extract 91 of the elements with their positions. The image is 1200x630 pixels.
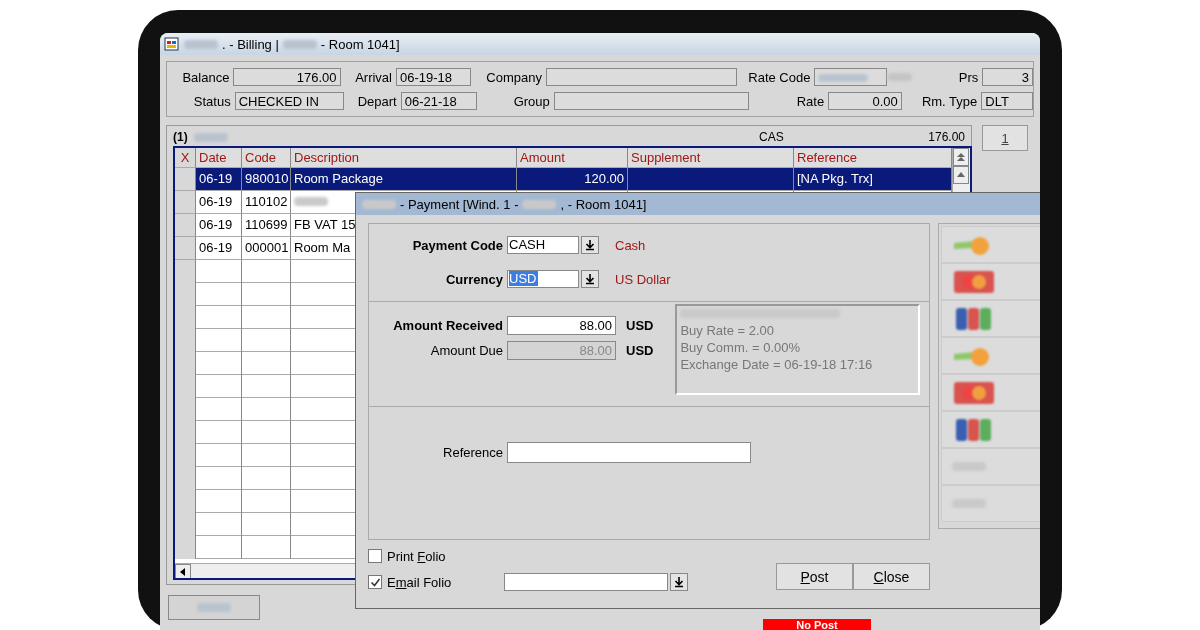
field-label: Status	[192, 93, 232, 109]
payment-type: CAS	[759, 130, 785, 144]
table-cell: FB VAT 15	[294, 217, 356, 232]
row-header-cell[interactable]	[175, 191, 196, 214]
exchange-info-line: Exchange Date = 06-19-18 17:16	[680, 356, 874, 373]
checkbox[interactable]	[368, 549, 382, 563]
payment-method-button[interactable]	[941, 374, 1040, 411]
field-label: Depart	[356, 93, 398, 109]
field-label: Reference	[442, 444, 503, 460]
field-label: Rate Code	[747, 69, 812, 85]
row-header-cell[interactable]	[175, 168, 196, 191]
table-cell: 06-19	[196, 168, 242, 191]
redacted-text	[282, 39, 317, 49]
code-description: Cash	[615, 237, 646, 253]
card-icon	[952, 380, 996, 405]
column-header: Code	[242, 148, 291, 168]
payment-method-button[interactable]	[941, 263, 1040, 300]
status-badge: No Post	[763, 619, 871, 630]
dropdown-icon[interactable]	[581, 270, 599, 288]
table-cell: 110102	[242, 191, 291, 214]
table-cell: [NA Pkg. Trx]	[797, 171, 873, 186]
column-header: Supplement	[628, 148, 794, 168]
dialog-title: - Payment [Wind. 1 -	[400, 196, 519, 212]
column-header: Reference	[794, 148, 952, 168]
card-icon	[952, 269, 996, 294]
redacted-text	[197, 603, 231, 612]
field-label: Rate	[795, 93, 826, 109]
readonly-field: 06-19-18	[396, 68, 472, 86]
readonly-field: CHECKED IN	[234, 92, 344, 110]
exchange-info-line: Buy Rate = 2.00	[680, 322, 776, 339]
scroll-up-icon[interactable]	[953, 166, 969, 184]
dialog-button[interactable]: Post	[776, 563, 853, 590]
window-title: . - Billing |	[222, 36, 279, 52]
dropdown-icon[interactable]	[581, 236, 599, 254]
dialog-button[interactable]: Close	[853, 563, 930, 590]
field-label: Arrival	[354, 69, 393, 85]
currency-unit: USD	[626, 317, 654, 333]
reference-field[interactable]	[507, 441, 751, 463]
window-title: - Room 1041]	[320, 36, 400, 52]
folio-total: 176.00	[927, 130, 965, 144]
field-label: Company	[485, 69, 543, 85]
scroll-top-icon[interactable]	[953, 148, 969, 166]
field-label: Rm. Type	[920, 93, 979, 109]
readonly-field: 176.00	[233, 68, 341, 86]
dialog-title: , - Room 1041]	[560, 196, 647, 212]
column-header: X	[175, 148, 196, 168]
readonly-field: DLT	[981, 92, 1033, 110]
folio-number: (1)	[173, 130, 188, 144]
readonly-field: 06-21-18	[400, 92, 478, 110]
field-label: Amount Due	[429, 342, 503, 358]
field-label: Payment Code	[411, 237, 503, 253]
table-cell: 980010	[242, 168, 291, 191]
payment-method-button[interactable]	[941, 300, 1040, 337]
redacted-text	[522, 199, 557, 209]
payment-method-button[interactable]	[941, 411, 1040, 448]
redacted-text	[193, 132, 228, 142]
currency-unit: USD	[626, 342, 654, 358]
table-cell: 110699	[242, 214, 291, 237]
table-cell: 120.00	[584, 171, 624, 186]
window-button[interactable]: 1	[982, 125, 1028, 151]
field-label: Group	[512, 93, 551, 109]
column-header: Date	[196, 148, 242, 168]
email-dropdown-field[interactable]	[504, 573, 688, 591]
field-label: Currency	[444, 271, 503, 287]
dropdown-icon[interactable]	[670, 573, 688, 591]
table-cell: Room Ma	[294, 240, 351, 255]
amount-field[interactable]: 88.00	[507, 315, 616, 335]
redacted-text	[886, 73, 912, 81]
table-cell: 06-19	[196, 191, 242, 214]
checkbox[interactable]	[368, 575, 382, 589]
column-header: Description	[291, 148, 517, 168]
checkbox-label[interactable]: Print Folio	[387, 548, 499, 564]
table-row[interactable]: 06-19 980010 Room Package 120.00 [NA Pkg. Trx]	[175, 168, 952, 191]
field-label: Prs	[957, 69, 980, 85]
table-cell: Room Package	[294, 171, 383, 186]
field-label: Balance	[181, 69, 231, 85]
column-header: Amount	[517, 148, 628, 168]
app-icon	[164, 36, 180, 52]
code-description: US Dollar	[615, 271, 671, 287]
folio-button[interactable]	[168, 595, 260, 620]
redacted-text	[184, 39, 218, 49]
redacted-text	[362, 199, 396, 209]
field-label: Amount Received	[392, 317, 503, 333]
scroll-left-icon[interactable]	[175, 564, 191, 578]
readonly-field: 0.00	[828, 92, 902, 110]
readonly-field: 3	[982, 68, 1033, 86]
row-header-cell[interactable]	[175, 214, 196, 237]
exchange-info-line: Buy Comm. = 0.00%	[680, 339, 802, 356]
checkbox-label[interactable]: Email Folio	[387, 574, 499, 590]
table-cell: 06-19	[196, 214, 242, 237]
row-header-cell[interactable]	[175, 237, 196, 260]
